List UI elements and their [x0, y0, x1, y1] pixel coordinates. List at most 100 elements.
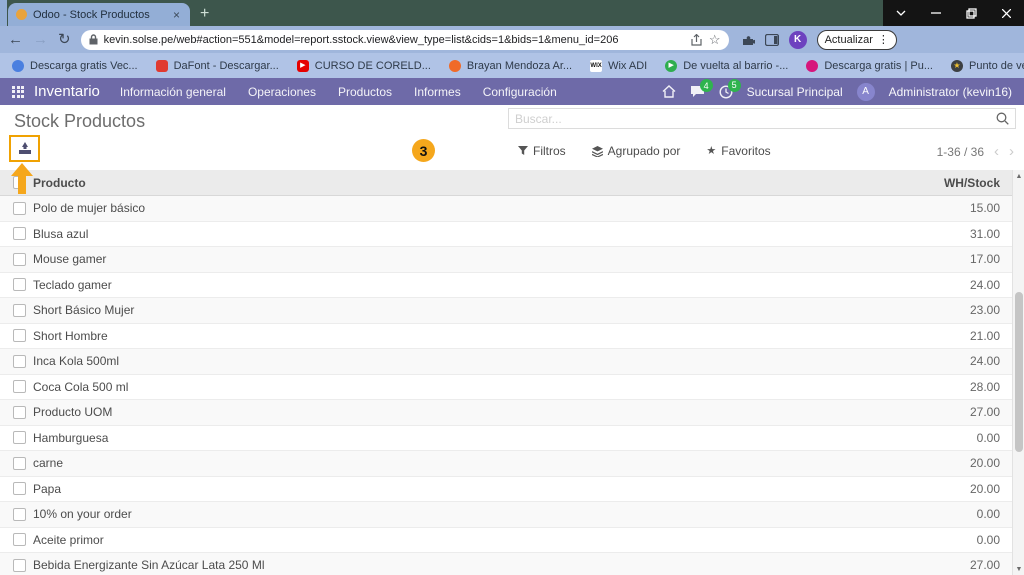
bookmark-item[interactable]: Descarga gratis Vec... — [12, 59, 138, 72]
stock-value: 17.00 — [969, 252, 1000, 267]
column-producto[interactable]: Producto — [33, 176, 86, 190]
menu-dots-icon[interactable]: ⋮ — [878, 33, 889, 46]
address-bar[interactable]: kevin.solse.pe/web#action=551&model=repo… — [80, 29, 729, 50]
table-row[interactable]: Short Hombre 21.00 — [0, 323, 1012, 349]
page-title: Stock Productos — [14, 111, 146, 131]
play-icon: ▶ — [665, 59, 678, 72]
browser-tab[interactable]: Odoo - Stock Productos × — [8, 3, 190, 26]
table-row[interactable]: Inca Kola 500ml 24.00 — [0, 349, 1012, 375]
bookmark-item[interactable]: DaFont - Descargar... — [155, 59, 279, 72]
window-dropdown-button[interactable] — [883, 0, 918, 26]
row-checkbox[interactable] — [13, 252, 26, 266]
user-avatar[interactable]: A — [856, 82, 875, 101]
bookmark-item[interactable]: Descarga gratis | Pu... — [806, 59, 933, 72]
extensions-puzzle-icon[interactable] — [741, 33, 755, 47]
minimize-button[interactable] — [918, 0, 953, 26]
row-checkbox[interactable] — [13, 380, 26, 394]
tab-close-icon[interactable]: × — [171, 8, 182, 22]
table-row[interactable]: Producto UOM 27.00 — [0, 400, 1012, 426]
close-window-button[interactable] — [989, 0, 1024, 26]
bookmark-item[interactable]: WIX Wix ADI — [590, 59, 647, 72]
product-name: Inca Kola 500ml — [33, 354, 120, 369]
bookmark-star-icon[interactable]: ☆ — [709, 32, 721, 48]
table-row[interactable]: Teclado gamer 24.00 — [0, 272, 1012, 298]
product-name: carne — [33, 456, 64, 471]
share-icon[interactable] — [690, 33, 703, 46]
company-switcher[interactable]: Sucursal Principal — [747, 85, 843, 99]
table-row[interactable]: Short Básico Mujer 23.00 — [0, 298, 1012, 324]
product-name: Teclado gamer — [33, 277, 112, 292]
row-checkbox[interactable] — [13, 201, 26, 215]
table-row[interactable]: Aceite primor 0.00 — [0, 527, 1012, 553]
menu-configuracion[interactable]: Configuración — [483, 85, 557, 99]
pager-prev-icon[interactable]: ‹ — [994, 144, 999, 159]
row-checkbox[interactable] — [13, 303, 26, 317]
pager-next-icon[interactable]: › — [1009, 144, 1014, 159]
favorite-star-icon: ★ — [706, 144, 717, 157]
row-checkbox[interactable] — [13, 482, 26, 496]
home-icon[interactable] — [662, 85, 676, 98]
menu-informacion-general[interactable]: Información general — [120, 85, 226, 99]
row-checkbox[interactable] — [13, 278, 26, 292]
table-row[interactable]: Papa 20.00 — [0, 476, 1012, 502]
restore-button[interactable] — [954, 0, 989, 26]
row-checkbox[interactable] — [13, 558, 26, 572]
scroll-up-icon[interactable]: ▲ — [1013, 170, 1024, 182]
activities-badge: 5 — [727, 78, 741, 92]
user-menu[interactable]: Administrator (kevin16) — [889, 85, 1012, 99]
search-input[interactable] — [515, 111, 996, 126]
row-checkbox[interactable] — [13, 405, 26, 419]
menu-operaciones[interactable]: Operaciones — [248, 85, 316, 99]
table-row[interactable]: Bebida Energizante Sin Azúcar Lata 250 M… — [0, 553, 1012, 575]
bookmark-item[interactable]: Brayan Mendoza Ar... — [448, 59, 572, 72]
profile-avatar[interactable]: K — [788, 30, 807, 49]
bookmark-item[interactable]: ▶ De vuelta al barrio -... — [665, 59, 789, 72]
bookmark-item[interactable]: ★ Punto de venta Ven... — [950, 59, 1024, 72]
search-icon[interactable] — [996, 112, 1009, 125]
favorites-button[interactable]: ★ Favoritos — [706, 144, 770, 158]
table-row[interactable]: Blusa azul 31.00 — [0, 221, 1012, 247]
activities-clock-icon[interactable]: 5 — [719, 78, 741, 99]
filters-button[interactable]: Filtros — [518, 144, 566, 158]
annotation-arrow-icon — [11, 163, 33, 194]
apps-grid-icon[interactable] — [12, 85, 24, 98]
table-header: Producto WH/Stock — [0, 170, 1012, 196]
row-checkbox[interactable] — [13, 431, 26, 445]
scrollbar-thumb[interactable] — [1015, 292, 1023, 452]
vertical-scrollbar[interactable]: ▲ ▼ — [1012, 170, 1024, 575]
table-row[interactable]: carne 20.00 — [0, 451, 1012, 477]
row-checkbox[interactable] — [13, 354, 26, 368]
side-panel-icon[interactable] — [764, 33, 779, 46]
reload-button[interactable]: ↻ — [58, 32, 71, 47]
scroll-down-icon[interactable]: ▼ — [1013, 563, 1024, 575]
messages-icon[interactable]: 4 — [690, 79, 713, 98]
row-checkbox[interactable] — [13, 507, 26, 521]
forward-button[interactable]: → — [33, 32, 48, 47]
back-button[interactable]: ← — [8, 32, 23, 47]
table-row[interactable]: 10% on your order 0.00 — [0, 502, 1012, 528]
column-wh-stock[interactable]: WH/Stock — [944, 176, 1012, 190]
chrome-update-button[interactable]: Actualizar ⋮ — [816, 29, 897, 50]
new-tab-button[interactable]: + — [200, 3, 209, 25]
table-row[interactable]: Hamburguesa 0.00 — [0, 425, 1012, 451]
app-name[interactable]: Inventario — [34, 83, 100, 100]
search-box[interactable] — [508, 108, 1016, 129]
row-checkbox[interactable] — [13, 533, 26, 547]
table-row[interactable]: Coca Cola 500 ml 28.00 — [0, 374, 1012, 400]
group-by-button[interactable]: Agrupado por — [591, 144, 680, 158]
product-name: Papa — [33, 481, 62, 496]
layers-icon — [591, 145, 603, 157]
bookmark-item[interactable]: ▶ CURSO DE CORELD... — [296, 59, 431, 72]
bookmark-label: Descarga gratis | Pu... — [824, 59, 933, 72]
row-checkbox[interactable] — [13, 329, 26, 343]
row-checkbox[interactable] — [13, 227, 26, 241]
menu-informes[interactable]: Informes — [414, 85, 461, 99]
row-checkbox[interactable] — [13, 456, 26, 470]
odoo-navbar-right: 4 5 Sucursal Principal A Administrator (… — [662, 78, 1012, 101]
table-row[interactable]: Polo de mujer básico 15.00 — [0, 196, 1012, 222]
bookmark-label: De vuelta al barrio -... — [683, 59, 789, 72]
table-row[interactable]: Mouse gamer 17.00 — [0, 247, 1012, 273]
menu-productos[interactable]: Productos — [338, 85, 392, 99]
main-content: Stock Productos 3 Filtros Agrupado por ★… — [0, 105, 1024, 575]
export-button[interactable] — [9, 135, 40, 162]
